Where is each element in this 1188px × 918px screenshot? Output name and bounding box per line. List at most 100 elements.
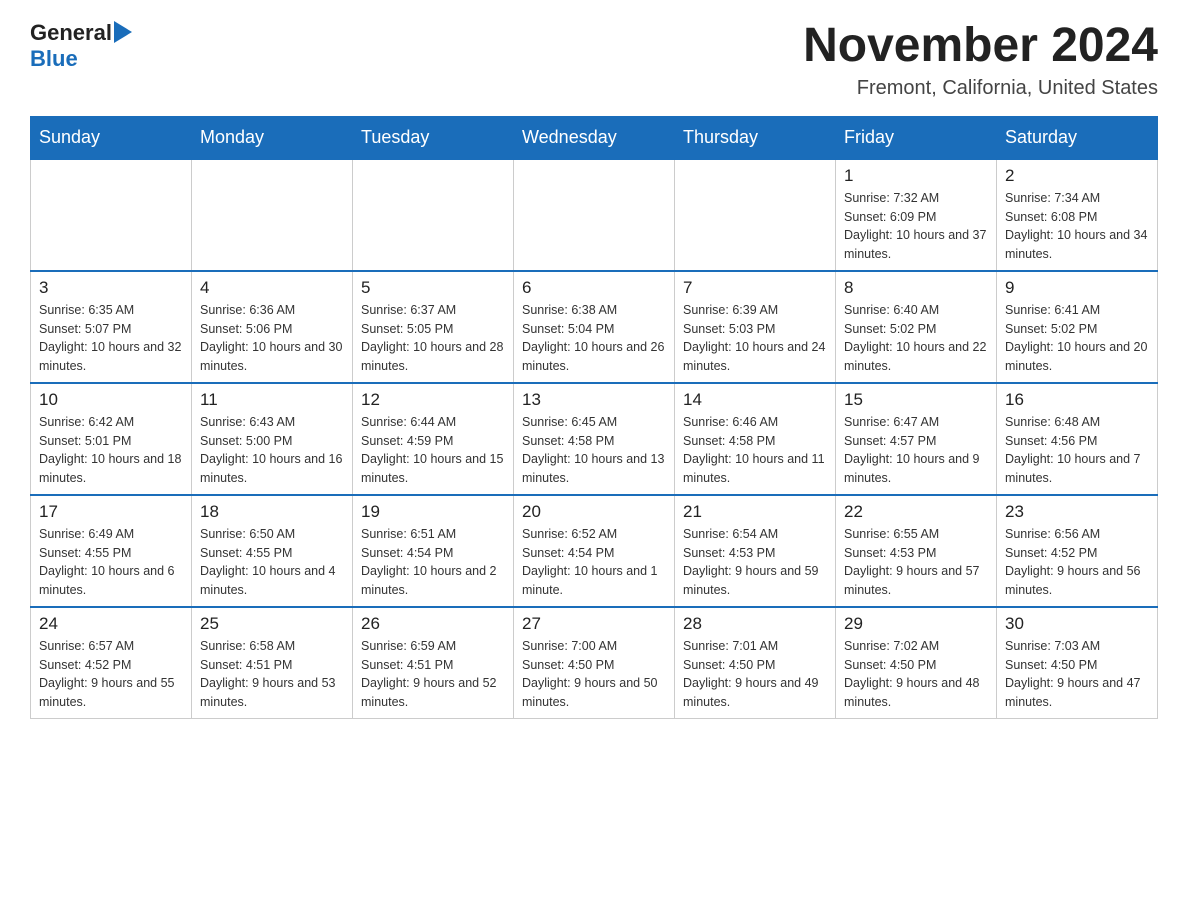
day-info: Sunrise: 7:32 AMSunset: 6:09 PMDaylight:… xyxy=(844,189,988,264)
day-info: Sunrise: 6:49 AMSunset: 4:55 PMDaylight:… xyxy=(39,525,183,600)
day-number: 14 xyxy=(683,390,827,410)
day-number: 18 xyxy=(200,502,344,522)
calendar-cell: 5 Sunrise: 6:37 AMSunset: 5:05 PMDaylight… xyxy=(353,271,514,383)
day-info: Sunrise: 6:45 AMSunset: 4:58 PMDaylight:… xyxy=(522,413,666,488)
week-row-1: 1 Sunrise: 7:32 AMSunset: 6:09 PMDaylight… xyxy=(31,159,1158,271)
day-number: 3 xyxy=(39,278,183,298)
day-number: 15 xyxy=(844,390,988,410)
page-header: General Blue November 2024 Fremont, Cali… xyxy=(30,20,1158,100)
calendar-cell: 8 Sunrise: 6:40 AMSunset: 5:02 PMDaylight… xyxy=(836,271,997,383)
calendar-cell: 14 Sunrise: 6:46 AMSunset: 4:58 PMDayligh… xyxy=(675,383,836,495)
day-info: Sunrise: 6:42 AMSunset: 5:01 PMDaylight:… xyxy=(39,413,183,488)
calendar-cell: 17 Sunrise: 6:49 AMSunset: 4:55 PMDayligh… xyxy=(31,495,192,607)
weekday-header-sunday: Sunday xyxy=(31,116,192,159)
day-info: Sunrise: 6:57 AMSunset: 4:52 PMDaylight:… xyxy=(39,637,183,712)
day-info: Sunrise: 6:41 AMSunset: 5:02 PMDaylight:… xyxy=(1005,301,1149,376)
logo-arrow-icon xyxy=(114,21,132,43)
day-number: 25 xyxy=(200,614,344,634)
calendar-cell xyxy=(675,159,836,271)
logo-blue-text: Blue xyxy=(30,46,78,71)
calendar-cell: 19 Sunrise: 6:51 AMSunset: 4:54 PMDayligh… xyxy=(353,495,514,607)
day-number: 27 xyxy=(522,614,666,634)
logo-general-text: General xyxy=(30,20,112,46)
week-row-2: 3 Sunrise: 6:35 AMSunset: 5:07 PMDaylight… xyxy=(31,271,1158,383)
day-info: Sunrise: 6:51 AMSunset: 4:54 PMDaylight:… xyxy=(361,525,505,600)
weekday-header-monday: Monday xyxy=(192,116,353,159)
calendar-cell: 13 Sunrise: 6:45 AMSunset: 4:58 PMDayligh… xyxy=(514,383,675,495)
day-info: Sunrise: 7:34 AMSunset: 6:08 PMDaylight:… xyxy=(1005,189,1149,264)
day-info: Sunrise: 6:35 AMSunset: 5:07 PMDaylight:… xyxy=(39,301,183,376)
calendar-cell: 6 Sunrise: 6:38 AMSunset: 5:04 PMDaylight… xyxy=(514,271,675,383)
weekday-header-row: SundayMondayTuesdayWednesdayThursdayFrid… xyxy=(31,116,1158,159)
calendar-cell: 28 Sunrise: 7:01 AMSunset: 4:50 PMDayligh… xyxy=(675,607,836,719)
calendar-cell xyxy=(31,159,192,271)
day-info: Sunrise: 6:47 AMSunset: 4:57 PMDaylight:… xyxy=(844,413,988,488)
day-number: 5 xyxy=(361,278,505,298)
day-info: Sunrise: 6:50 AMSunset: 4:55 PMDaylight:… xyxy=(200,525,344,600)
day-info: Sunrise: 6:59 AMSunset: 4:51 PMDaylight:… xyxy=(361,637,505,712)
calendar-cell: 20 Sunrise: 6:52 AMSunset: 4:54 PMDayligh… xyxy=(514,495,675,607)
day-number: 1 xyxy=(844,166,988,186)
calendar-cell: 1 Sunrise: 7:32 AMSunset: 6:09 PMDaylight… xyxy=(836,159,997,271)
calendar-cell: 11 Sunrise: 6:43 AMSunset: 5:00 PMDayligh… xyxy=(192,383,353,495)
calendar-cell: 9 Sunrise: 6:41 AMSunset: 5:02 PMDaylight… xyxy=(997,271,1158,383)
day-number: 7 xyxy=(683,278,827,298)
calendar-cell: 21 Sunrise: 6:54 AMSunset: 4:53 PMDayligh… xyxy=(675,495,836,607)
day-info: Sunrise: 7:00 AMSunset: 4:50 PMDaylight:… xyxy=(522,637,666,712)
weekday-header-saturday: Saturday xyxy=(997,116,1158,159)
day-number: 28 xyxy=(683,614,827,634)
day-number: 22 xyxy=(844,502,988,522)
day-number: 4 xyxy=(200,278,344,298)
day-number: 10 xyxy=(39,390,183,410)
calendar-cell: 12 Sunrise: 6:44 AMSunset: 4:59 PMDayligh… xyxy=(353,383,514,495)
calendar-cell: 25 Sunrise: 6:58 AMSunset: 4:51 PMDayligh… xyxy=(192,607,353,719)
day-number: 19 xyxy=(361,502,505,522)
day-info: Sunrise: 6:52 AMSunset: 4:54 PMDaylight:… xyxy=(522,525,666,600)
calendar-cell: 18 Sunrise: 6:50 AMSunset: 4:55 PMDayligh… xyxy=(192,495,353,607)
day-number: 21 xyxy=(683,502,827,522)
calendar-cell: 2Sunrise: 7:34 AMSunset: 6:08 PMDaylight… xyxy=(997,159,1158,271)
day-info: Sunrise: 6:39 AMSunset: 5:03 PMDaylight:… xyxy=(683,301,827,376)
day-info: Sunrise: 6:37 AMSunset: 5:05 PMDaylight:… xyxy=(361,301,505,376)
calendar-title: November 2024 xyxy=(803,20,1158,73)
day-number: 8 xyxy=(844,278,988,298)
day-info: Sunrise: 6:48 AMSunset: 4:56 PMDaylight:… xyxy=(1005,413,1149,488)
calendar-cell: 10 Sunrise: 6:42 AMSunset: 5:01 PMDayligh… xyxy=(31,383,192,495)
day-number: 24 xyxy=(39,614,183,634)
day-number: 12 xyxy=(361,390,505,410)
calendar-subtitle: Fremont, California, United States xyxy=(803,77,1158,100)
calendar-cell xyxy=(353,159,514,271)
day-number: 6 xyxy=(522,278,666,298)
calendar-table: SundayMondayTuesdayWednesdayThursdayFrid… xyxy=(30,116,1158,719)
day-number: 11 xyxy=(200,390,344,410)
day-info: Sunrise: 6:43 AMSunset: 5:00 PMDaylight:… xyxy=(200,413,344,488)
day-info: Sunrise: 6:55 AMSunset: 4:53 PMDaylight:… xyxy=(844,525,988,600)
day-number: 13 xyxy=(522,390,666,410)
calendar-cell: 29 Sunrise: 7:02 AMSunset: 4:50 PMDayligh… xyxy=(836,607,997,719)
day-info: Sunrise: 6:46 AMSunset: 4:58 PMDaylight:… xyxy=(683,413,827,488)
weekday-header-tuesday: Tuesday xyxy=(353,116,514,159)
day-info: Sunrise: 6:38 AMSunset: 5:04 PMDaylight:… xyxy=(522,301,666,376)
day-info: Sunrise: 6:54 AMSunset: 4:53 PMDaylight:… xyxy=(683,525,827,600)
day-number: 23 xyxy=(1005,502,1149,522)
logo: General Blue xyxy=(30,20,132,73)
day-info: Sunrise: 7:01 AMSunset: 4:50 PMDaylight:… xyxy=(683,637,827,712)
weekday-header-thursday: Thursday xyxy=(675,116,836,159)
calendar-cell xyxy=(514,159,675,271)
day-number: 30 xyxy=(1005,614,1149,634)
calendar-cell: 16 Sunrise: 6:48 AMSunset: 4:56 PMDayligh… xyxy=(997,383,1158,495)
calendar-cell: 27 Sunrise: 7:00 AMSunset: 4:50 PMDayligh… xyxy=(514,607,675,719)
day-number: 9 xyxy=(1005,278,1149,298)
day-number: 16 xyxy=(1005,390,1149,410)
day-number: 17 xyxy=(39,502,183,522)
day-info: Sunrise: 6:58 AMSunset: 4:51 PMDaylight:… xyxy=(200,637,344,712)
calendar-cell: 30 Sunrise: 7:03 AMSunset: 4:50 PMDayligh… xyxy=(997,607,1158,719)
day-info: Sunrise: 6:40 AMSunset: 5:02 PMDaylight:… xyxy=(844,301,988,376)
day-info: Sunrise: 7:02 AMSunset: 4:50 PMDaylight:… xyxy=(844,637,988,712)
week-row-4: 17 Sunrise: 6:49 AMSunset: 4:55 PMDayligh… xyxy=(31,495,1158,607)
day-info: Sunrise: 6:44 AMSunset: 4:59 PMDaylight:… xyxy=(361,413,505,488)
day-info: Sunrise: 7:03 AMSunset: 4:50 PMDaylight:… xyxy=(1005,637,1149,712)
day-number: 29 xyxy=(844,614,988,634)
day-number: 20 xyxy=(522,502,666,522)
calendar-cell: 4Sunrise: 6:36 AMSunset: 5:06 PMDaylight… xyxy=(192,271,353,383)
